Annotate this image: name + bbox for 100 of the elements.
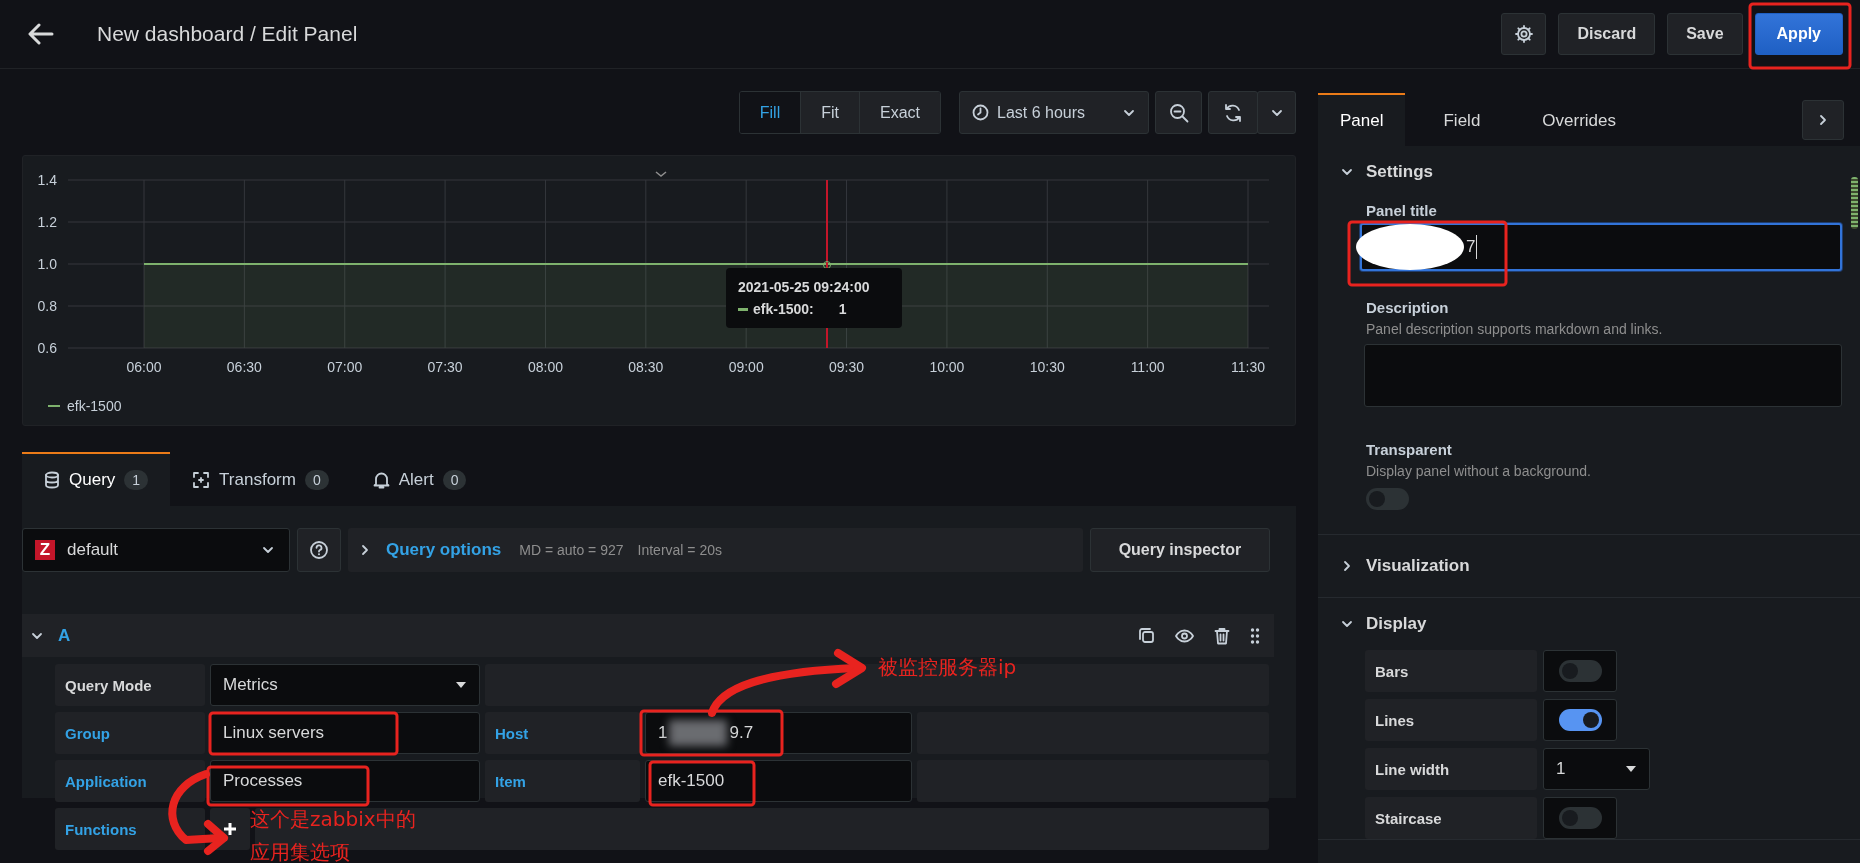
- count-badge: 0: [442, 470, 467, 490]
- section-header[interactable]: Visualization: [1318, 535, 1860, 597]
- tab-label: Transform: [219, 470, 296, 490]
- zoom-out-icon: [1168, 102, 1189, 123]
- y-axis-label: 1.0: [37, 256, 57, 272]
- input-field[interactable]: Processes: [210, 760, 480, 802]
- settings-icon: [1514, 25, 1533, 43]
- section-title: Visualization: [1366, 556, 1470, 576]
- apply-button[interactable]: Apply: [1754, 13, 1843, 55]
- section-title: Settings: [1366, 162, 1434, 182]
- refresh-button[interactable]: [1208, 91, 1258, 134]
- datasource-logo: Z: [35, 540, 55, 560]
- database-icon: [44, 471, 60, 489]
- query-ref-label[interactable]: A: [58, 625, 1118, 646]
- x-axis-label: 07:30: [427, 359, 463, 375]
- query-inspector-button[interactable]: Query inspector: [1090, 528, 1270, 572]
- copy-icon[interactable]: [1138, 627, 1155, 644]
- field-description: Display panel without a background.: [1366, 463, 1592, 479]
- toggle-switch[interactable]: [1558, 660, 1602, 682]
- transform-icon: [192, 471, 211, 489]
- x-axis-label: 06:30: [226, 359, 262, 375]
- description-field[interactable]: [1364, 344, 1842, 407]
- field-label: Group: [55, 712, 205, 754]
- input-field[interactable]: 1 9.7: [645, 712, 912, 754]
- x-axis-label: 10:00: [929, 359, 965, 375]
- options-tab[interactable]: Panel: [1318, 93, 1406, 146]
- zoom-out-button[interactable]: [1155, 91, 1202, 134]
- time-range-picker[interactable]: Last 6 hours: [959, 91, 1149, 134]
- panel-menu-icon[interactable]: [655, 171, 667, 177]
- annotation-note: 这个是zabbix中的: [250, 806, 416, 832]
- x-axis-label: 08:00: [527, 359, 563, 375]
- x-axis-label: 10:30: [1029, 359, 1065, 375]
- field-label: Bars: [1365, 650, 1537, 692]
- trash-icon[interactable]: [1214, 626, 1230, 645]
- field-label: Query Mode: [55, 664, 205, 706]
- x-axis-label: 06:00: [126, 359, 162, 375]
- x-axis-label: 11:30: [1231, 359, 1265, 375]
- field-label: Lines: [1365, 699, 1537, 741]
- query-mode-select[interactable]: Metrics: [210, 664, 480, 706]
- x-axis-label: 09:00: [728, 359, 764, 375]
- page-title: New dashboard / Edit Panel: [97, 22, 358, 46]
- drag-handle-icon[interactable]: [1250, 626, 1260, 645]
- annotation-note: 应用集选项: [250, 839, 350, 863]
- settings-button[interactable]: [1501, 13, 1547, 55]
- count-badge: 0: [304, 470, 329, 490]
- tooltip-time: 2021-05-25 09:24:00: [738, 278, 871, 297]
- fit-mode-tab[interactable]: Exact: [859, 92, 940, 133]
- input-field[interactable]: efk-1500: [645, 760, 912, 802]
- interval-text: Interval = 20s: [637, 542, 722, 558]
- editor-tab[interactable]: Alert 0: [350, 452, 489, 506]
- y-axis-label: 0.8: [37, 298, 57, 314]
- refresh-icon: [1223, 102, 1243, 123]
- x-axis-label: 11:00: [1130, 359, 1165, 375]
- help-button[interactable]: [297, 528, 341, 572]
- field-label: Item: [485, 760, 640, 802]
- clock-icon: [972, 104, 989, 121]
- query-options-label: Query options: [386, 540, 502, 560]
- max-data-points-text: MD = auto = 927: [519, 542, 624, 558]
- x-axis-label: 09:30: [829, 359, 865, 375]
- tooltip-value: 1: [838, 300, 847, 319]
- field-label: Application: [55, 760, 205, 802]
- query-options-bar[interactable]: Query options MD = auto = 927 Interval = 20s: [348, 528, 1083, 572]
- y-axis-label: 0.6: [37, 340, 57, 356]
- field-label: Staircase: [1365, 797, 1537, 839]
- editor-tab[interactable]: Transform 0: [170, 452, 351, 506]
- x-axis-label: 08:30: [628, 359, 664, 375]
- y-axis-label: 1.4: [37, 172, 57, 188]
- caret-icon: [1625, 765, 1637, 773]
- tab-label: Alert: [398, 470, 434, 490]
- plus-icon: [223, 822, 237, 836]
- options-tab[interactable]: Field: [1421, 93, 1503, 146]
- section-title: Display: [1366, 614, 1427, 634]
- scrollbar-thumb[interactable]: [1851, 177, 1858, 229]
- options-tab[interactable]: Overrides: [1520, 93, 1639, 146]
- toolbar-button[interactable]: Discard: [1558, 13, 1656, 55]
- legend-label[interactable]: efk-1500: [67, 398, 122, 414]
- input-field[interactable]: Linux servers: [210, 712, 480, 754]
- section-header[interactable]: Display: [1318, 598, 1860, 650]
- fit-mode-tab[interactable]: Fit: [800, 92, 859, 133]
- field-description: Panel description supports markdown and links.: [1366, 321, 1664, 337]
- section-header[interactable]: Settings: [1318, 146, 1860, 198]
- line-width-select[interactable]: 1: [1543, 748, 1650, 790]
- toolbar-button[interactable]: Save: [1667, 13, 1743, 55]
- help-icon: [309, 540, 329, 560]
- datasource-select[interactable]: Z default: [22, 528, 290, 572]
- x-axis-label: 07:00: [327, 359, 363, 375]
- field-label: Panel title: [1366, 202, 1438, 219]
- eye-icon[interactable]: [1175, 628, 1194, 643]
- toggle-switch[interactable]: [1558, 709, 1602, 731]
- tooltip-series: efk-1500:: [753, 300, 814, 319]
- annotation-note: 被监控服务器ip: [878, 654, 1017, 680]
- back-arrow-icon[interactable]: [28, 23, 54, 45]
- field-label: Transparent: [1366, 441, 1453, 458]
- editor-tab[interactable]: Query 1: [22, 452, 171, 506]
- toggle-switch[interactable]: [1366, 488, 1409, 510]
- field-label: Host: [485, 712, 640, 754]
- field-label: Functions: [55, 808, 205, 850]
- toggle-switch[interactable]: [1558, 807, 1602, 829]
- caret-icon: [455, 681, 467, 689]
- count-badge: 1: [124, 470, 149, 490]
